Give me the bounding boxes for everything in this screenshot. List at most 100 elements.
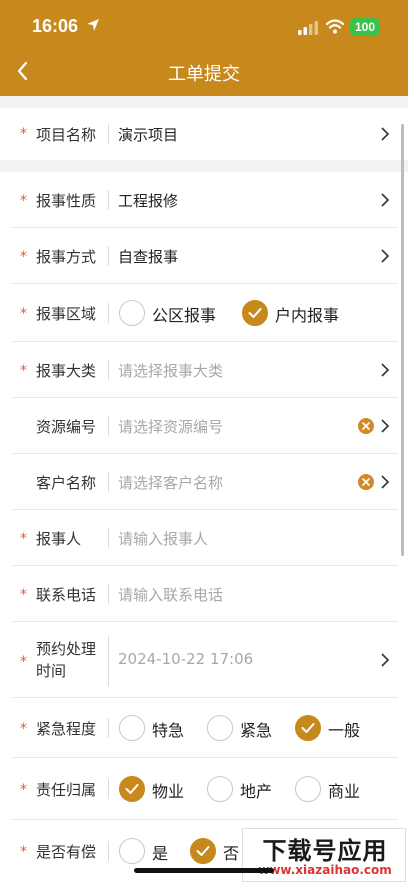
reporter-row[interactable]: * 报事人 请输入报事人: [0, 510, 398, 566]
responsibility-row: * 责任归属 物业 地产 商业: [0, 758, 398, 820]
radio-commercial[interactable]: [295, 776, 321, 802]
field-label: 报事大类: [36, 362, 97, 380]
chevron-right-icon: [381, 193, 390, 207]
field-divider: [108, 246, 109, 266]
radio-property[interactable]: [119, 776, 145, 802]
check-icon: [196, 846, 210, 856]
customer-row[interactable]: 客户名称 请选择客户名称: [0, 454, 398, 510]
resource-placeholder: 请选择资源编号: [118, 418, 224, 436]
home-indicator[interactable]: [134, 868, 274, 873]
field-label: 客户名称: [36, 474, 97, 492]
field-divider: [108, 718, 109, 738]
option-label[interactable]: 否: [223, 840, 239, 864]
field-label: 报事方式: [36, 248, 97, 266]
page-title: 工单提交: [168, 64, 240, 85]
scrollbar[interactable]: [401, 124, 404, 556]
field-label: 资源编号: [36, 418, 97, 436]
option-label[interactable]: 物业: [152, 778, 184, 802]
radio-real-estate[interactable]: [207, 776, 233, 802]
chevron-right-icon: [381, 475, 390, 489]
app-header: 16:06 100 工单提交: [0, 0, 408, 96]
required-mark: *: [20, 193, 27, 209]
appointment-row[interactable]: * 预约处理 时间 2024-10-22 17:06: [0, 622, 398, 698]
phone-row[interactable]: * 联系电话 请输入联系电话: [0, 566, 398, 622]
phone-input[interactable]: 请输入联系电话: [118, 584, 223, 605]
field-label: 是否有偿: [36, 843, 97, 861]
required-mark: *: [20, 782, 27, 798]
battery-indicator: 100: [350, 18, 380, 36]
location-arrow-icon: [87, 19, 99, 31]
field-divider: [108, 528, 109, 548]
radio-normal[interactable]: [295, 715, 321, 741]
option-label[interactable]: 紧急: [240, 717, 272, 741]
required-mark: *: [20, 249, 27, 265]
reporter-input[interactable]: 请输入报事人: [118, 528, 208, 549]
required-mark: *: [20, 654, 27, 670]
field-divider: [108, 472, 109, 492]
resource-row[interactable]: 资源编号 请选择资源编号: [0, 398, 398, 454]
radio-public-area[interactable]: [119, 300, 145, 326]
option-label[interactable]: 特急: [152, 717, 184, 741]
required-mark: *: [20, 531, 27, 547]
urgency-row: * 紧急程度 特急 紧急 一般: [0, 698, 398, 758]
check-icon: [125, 784, 139, 794]
field-divider: [108, 190, 109, 210]
field-label: 报事性质: [36, 192, 97, 210]
chevron-right-icon: [381, 653, 390, 667]
option-label[interactable]: 一般: [328, 717, 360, 741]
required-mark: *: [20, 363, 27, 379]
method-value: 自查报事: [118, 248, 179, 266]
field-label: 预约处理: [36, 640, 97, 658]
appointment-value: 2024-10-22 17:06: [118, 650, 254, 668]
radio-no[interactable]: [190, 838, 216, 864]
required-mark: *: [20, 587, 27, 603]
field-divider: [108, 584, 109, 604]
field-divider: [108, 841, 109, 861]
field-label: 联系电话: [36, 586, 97, 604]
area-row: * 报事区域 公区报事 户内报事: [0, 284, 398, 342]
nature-row[interactable]: * 报事性质 工程报修: [0, 172, 398, 228]
option-label[interactable]: 是: [152, 840, 168, 864]
watermark-logo: 下载号应用 www.xiazaihao.com: [242, 828, 406, 882]
clear-icon[interactable]: [358, 418, 374, 434]
option-label[interactable]: 户内报事: [275, 302, 339, 326]
field-label: 报事区域: [36, 305, 97, 323]
section-gap: [0, 96, 408, 108]
required-mark: *: [20, 844, 27, 860]
field-divider: [108, 636, 109, 686]
field-label: 责任归属: [36, 781, 97, 799]
radio-yes[interactable]: [119, 838, 145, 864]
chevron-right-icon: [381, 363, 390, 377]
chevron-right-icon: [381, 419, 390, 433]
field-label: 项目名称: [36, 126, 97, 144]
field-divider: [108, 303, 109, 323]
chevron-right-icon: [381, 127, 390, 141]
chevron-right-icon: [381, 249, 390, 263]
method-row[interactable]: * 报事方式 自查报事: [0, 228, 398, 284]
project-row[interactable]: * 项目名称 演示项目: [0, 108, 398, 160]
check-icon: [301, 723, 315, 733]
radio-extra-urgent[interactable]: [119, 715, 145, 741]
nature-value: 工程报修: [118, 192, 179, 210]
field-divider: [108, 779, 109, 799]
project-value: 演示项目: [118, 126, 179, 144]
option-label[interactable]: 商业: [328, 778, 360, 802]
required-mark: *: [20, 126, 27, 142]
status-time: 16:06: [32, 16, 79, 36]
category-row[interactable]: * 报事大类 请选择报事大类: [0, 342, 398, 398]
required-mark: *: [20, 721, 27, 737]
field-label: 报事人: [36, 530, 82, 548]
field-label: 紧急程度: [36, 720, 97, 738]
option-label[interactable]: 公区报事: [152, 302, 216, 326]
watermark-title: 下载号应用: [262, 837, 388, 865]
cellular-signal-icon: [298, 21, 318, 35]
wifi-icon: [326, 19, 344, 34]
option-label[interactable]: 地产: [240, 778, 272, 802]
radio-urgent[interactable]: [207, 715, 233, 741]
field-divider: [108, 124, 109, 144]
section-gap: [0, 160, 408, 172]
clear-icon[interactable]: [358, 474, 374, 490]
category-placeholder: 请选择报事大类: [118, 362, 224, 380]
check-icon: [248, 308, 262, 318]
radio-indoor-area[interactable]: [242, 300, 268, 326]
